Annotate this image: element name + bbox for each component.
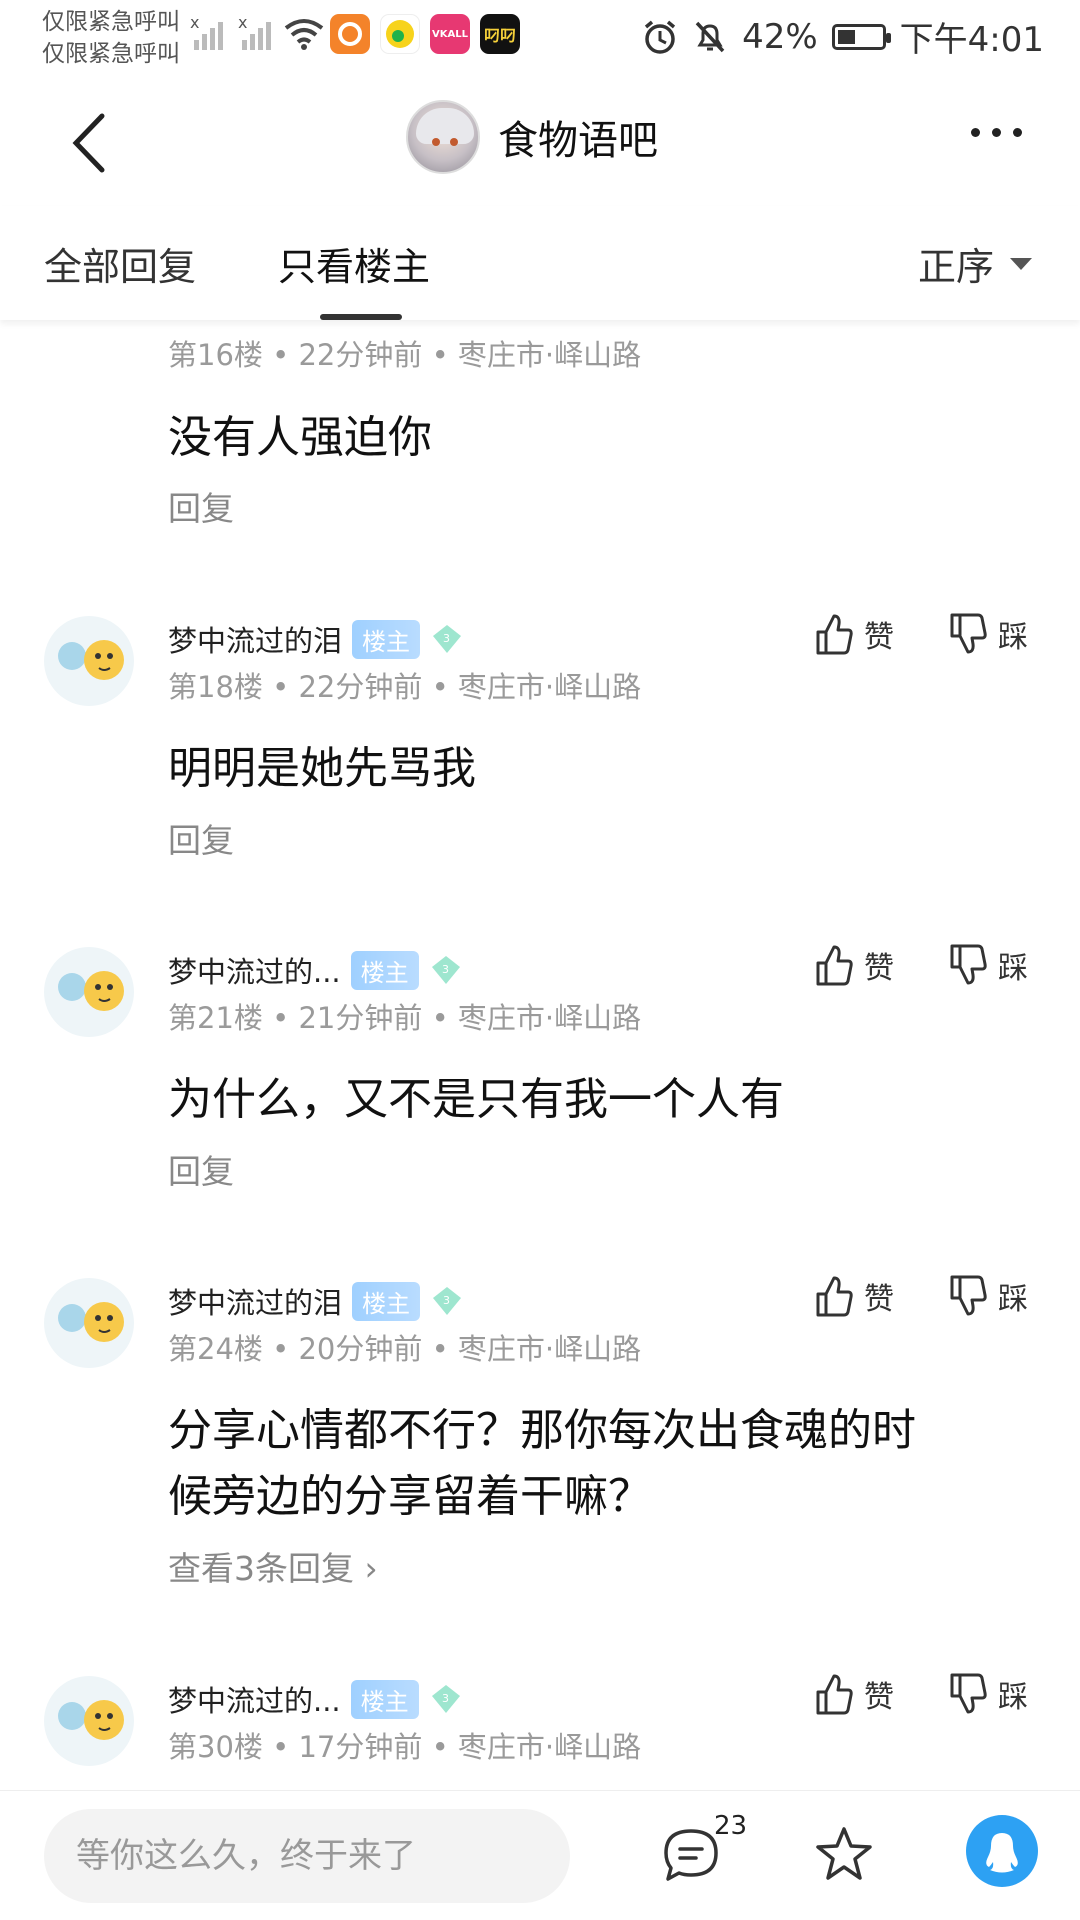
like-button[interactable]: 赞 xyxy=(814,943,894,987)
like-label: 赞 xyxy=(864,951,894,986)
active-tab-indicator xyxy=(320,314,402,320)
reply-filter-tabs: 全部回复 只看楼主 正序 xyxy=(0,206,1080,320)
alarm-icon xyxy=(644,20,676,54)
post-meta: 第16楼 • 22分钟前 • 枣庄市·峄山路 xyxy=(168,338,642,372)
view-replies-link[interactable]: 查看3条回复 › xyxy=(168,1542,378,1590)
status-bar: 仅限紧急呼叫 仅限紧急呼叫 x x VKALL 叼叼 42% 下午4:01 xyxy=(0,0,1080,76)
like-label: 赞 xyxy=(864,620,894,655)
tab-owner-only[interactable]: 只看楼主 xyxy=(278,236,430,291)
level-gem-icon: 3 xyxy=(431,956,460,984)
back-arrow-icon[interactable] xyxy=(62,108,122,178)
vipshop-icon: VKALL xyxy=(430,14,470,54)
avatar[interactable] xyxy=(44,947,134,1037)
level-gem-icon: 3 xyxy=(431,1685,460,1713)
header: 食物语吧 xyxy=(0,76,1080,206)
post-meta: 第30楼 • 17分钟前 • 枣庄市·峄山路 xyxy=(168,1730,642,1764)
sort-dropdown[interactable]: 正序 xyxy=(918,236,1032,291)
thumbs-up-icon xyxy=(816,945,853,986)
post-content: 明明是她先骂我 xyxy=(168,743,476,794)
battery-percent: 42% xyxy=(742,16,818,57)
forum-name[interactable]: 食物语吧 xyxy=(498,108,658,166)
carrier-line-1: 仅限紧急呼叫 xyxy=(42,9,180,35)
signal-icon-2: x xyxy=(238,16,271,50)
dislike-label: 踩 xyxy=(998,1282,1028,1317)
owner-badge: 楼主 xyxy=(350,1679,419,1719)
avatar[interactable] xyxy=(44,616,134,706)
svg-text:3: 3 xyxy=(442,963,449,976)
clock: 下午4:01 xyxy=(899,20,1044,60)
post-content: 没有人强迫你 xyxy=(168,412,432,463)
post-meta: 第24楼 • 20分钟前 • 枣庄市·峄山路 xyxy=(168,1332,642,1366)
svg-text:x: x xyxy=(238,16,247,32)
carrier-line-2: 仅限紧急呼叫 xyxy=(42,41,180,67)
uc-browser-icon xyxy=(330,14,370,54)
like-button[interactable]: 赞 xyxy=(814,612,894,656)
username[interactable]: 梦中流过的泪 xyxy=(168,1280,342,1322)
avatar[interactable] xyxy=(44,1676,134,1766)
reply-link[interactable]: 回复 xyxy=(168,814,234,862)
qq-music-icon xyxy=(380,14,420,54)
reply-link[interactable]: 回复 xyxy=(168,1145,234,1193)
post-meta: 第21楼 • 21分钟前 • 枣庄市·峄山路 xyxy=(168,1001,642,1035)
thumbs-down-icon xyxy=(950,1275,987,1316)
star-favorite-icon[interactable] xyxy=(814,1825,874,1883)
comment-count: 23 xyxy=(714,1811,748,1841)
reply-link[interactable]: 回复 xyxy=(168,482,234,530)
thumbs-up-icon xyxy=(816,1674,853,1715)
svg-text:3: 3 xyxy=(442,1692,449,1705)
pinduoduo-icon: 叼叼 xyxy=(480,14,520,54)
svg-text:3: 3 xyxy=(443,1294,450,1307)
qq-penguin-icon xyxy=(986,1833,1018,1873)
svg-text:3: 3 xyxy=(443,632,450,645)
like-label: 赞 xyxy=(864,1282,894,1317)
sort-label: 正序 xyxy=(917,245,994,289)
thumbs-up-icon xyxy=(816,614,853,655)
level-gem-icon: 3 xyxy=(433,625,462,653)
username[interactable]: 梦中流过的... xyxy=(168,949,341,991)
forum-title-group[interactable]: 食物语吧 xyxy=(406,100,658,174)
post-content: 分享心情都不行？那你每次出食魂的时 候旁边的分享留着干嘛？ xyxy=(168,1398,1028,1530)
owner-badge: 楼主 xyxy=(350,950,419,990)
level-gem-icon: 3 xyxy=(433,1287,462,1315)
svg-text:x: x xyxy=(190,16,199,32)
thumbs-down-icon xyxy=(950,944,987,985)
dislike-label: 踩 xyxy=(998,951,1028,986)
dislike-button[interactable]: 踩 xyxy=(948,1672,1028,1716)
mute-bell-icon xyxy=(695,21,725,52)
dislike-button[interactable]: 踩 xyxy=(948,943,1028,987)
like-button[interactable]: 赞 xyxy=(814,1274,894,1318)
thumbs-down-icon xyxy=(950,1673,987,1714)
username[interactable]: 梦中流过的... xyxy=(168,1678,341,1720)
carrier-text: 仅限紧急呼叫 仅限紧急呼叫 xyxy=(42,6,180,70)
dislike-label: 踩 xyxy=(998,620,1028,655)
like-button[interactable]: 赞 xyxy=(814,1672,894,1716)
owner-badge: 楼主 xyxy=(352,619,421,659)
thumbs-up-icon xyxy=(816,1276,853,1317)
post-content: 为什么，又不是只有我一个人有 xyxy=(168,1074,784,1125)
avatar[interactable] xyxy=(44,1278,134,1368)
dislike-button[interactable]: 踩 xyxy=(948,612,1028,656)
thumbs-down-icon xyxy=(950,613,987,654)
post-content-line: 分享心情都不行？那你每次出食魂的时 xyxy=(168,1405,916,1456)
comment-icon[interactable] xyxy=(662,1827,720,1883)
username[interactable]: 梦中流过的泪 xyxy=(168,618,342,660)
qq-share-button[interactable] xyxy=(966,1815,1038,1887)
forum-avatar[interactable] xyxy=(406,100,480,174)
signal-icon: x xyxy=(190,16,223,50)
more-options-icon[interactable] xyxy=(971,128,1022,137)
like-label: 赞 xyxy=(864,1680,894,1715)
reply-input[interactable]: 等你这么久，终于来了 xyxy=(44,1809,570,1903)
dislike-button[interactable]: 踩 xyxy=(948,1274,1028,1318)
owner-badge: 楼主 xyxy=(352,1281,421,1321)
bottom-bar: 等你这么久，终于来了 23 xyxy=(0,1790,1080,1920)
dislike-label: 踩 xyxy=(998,1680,1028,1715)
post-content-line: 候旁边的分享留着干嘛？ xyxy=(168,1471,652,1522)
wifi-icon xyxy=(284,19,324,50)
battery-icon xyxy=(831,23,891,50)
chevron-down-icon xyxy=(1010,257,1032,270)
tab-all-replies[interactable]: 全部回复 xyxy=(44,236,196,291)
post-meta: 第18楼 • 22分钟前 • 枣庄市·峄山路 xyxy=(168,670,642,704)
